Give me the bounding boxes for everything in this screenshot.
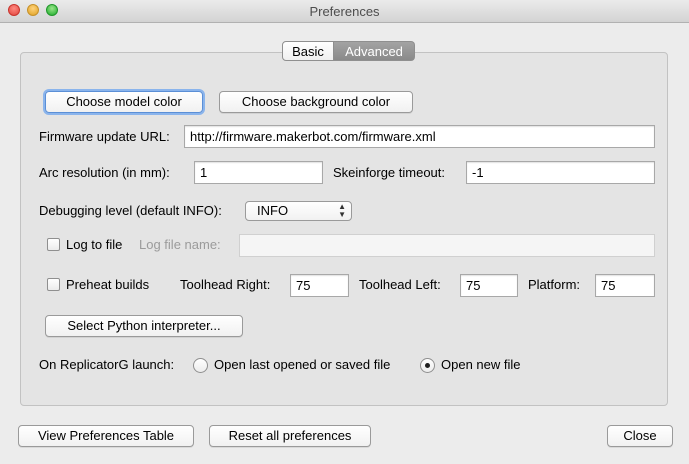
launch-new-file-radio[interactable] bbox=[420, 358, 435, 373]
select-python-interpreter-button[interactable]: Select Python interpreter... bbox=[45, 315, 243, 337]
debugging-level-value: INFO bbox=[257, 203, 289, 218]
log-to-file-label: Log to file bbox=[66, 237, 123, 252]
platform-label: Platform: bbox=[528, 277, 581, 292]
select-arrows-icon: ▲ ▼ bbox=[338, 202, 346, 219]
log-file-name-field[interactable] bbox=[239, 234, 655, 257]
tab-bar: Basic Advanced bbox=[282, 41, 415, 61]
close-button[interactable]: Close bbox=[607, 425, 673, 447]
tab-basic[interactable]: Basic bbox=[282, 41, 334, 61]
launch-new-file-label: Open new file bbox=[441, 357, 521, 372]
toolhead-right-label: Toolhead Right: bbox=[180, 277, 271, 292]
choose-background-color-button[interactable]: Choose background color bbox=[219, 91, 413, 113]
arc-resolution-field[interactable]: 1 bbox=[194, 161, 323, 184]
toolhead-left-label: Toolhead Left: bbox=[359, 277, 441, 292]
choose-model-color-button[interactable]: Choose model color bbox=[45, 91, 203, 113]
skeinforge-timeout-label: Skeinforge timeout: bbox=[333, 165, 446, 180]
log-to-file-checkbox[interactable] bbox=[47, 238, 60, 251]
tab-advanced[interactable]: Advanced bbox=[334, 41, 415, 61]
firmware-url-label: Firmware update URL: bbox=[39, 129, 170, 144]
platform-field[interactable]: 75 bbox=[595, 274, 655, 297]
title-bar: Preferences bbox=[0, 0, 689, 23]
reset-all-preferences-button[interactable]: Reset all preferences bbox=[209, 425, 371, 447]
toolhead-right-field[interactable]: 75 bbox=[290, 274, 349, 297]
firmware-url-field[interactable]: http://firmware.makerbot.com/firmware.xm… bbox=[184, 125, 655, 148]
preheat-builds-checkbox[interactable] bbox=[47, 278, 60, 291]
arc-resolution-label: Arc resolution (in mm): bbox=[39, 165, 170, 180]
log-file-name-label: Log file name: bbox=[139, 237, 221, 252]
toolhead-left-field[interactable]: 75 bbox=[460, 274, 518, 297]
preheat-builds-label: Preheat builds bbox=[66, 277, 150, 292]
debugging-level-label: Debugging level (default INFO): bbox=[39, 203, 222, 218]
launch-last-file-label: Open last opened or saved file bbox=[214, 357, 391, 372]
debugging-level-select[interactable]: INFO ▲ ▼ bbox=[245, 201, 352, 221]
launch-last-file-radio[interactable] bbox=[193, 358, 208, 373]
launch-label: On ReplicatorG launch: bbox=[39, 357, 175, 372]
window-title: Preferences bbox=[309, 4, 380, 19]
skeinforge-timeout-field[interactable]: -1 bbox=[466, 161, 655, 184]
view-preferences-table-button[interactable]: View Preferences Table bbox=[18, 425, 194, 447]
